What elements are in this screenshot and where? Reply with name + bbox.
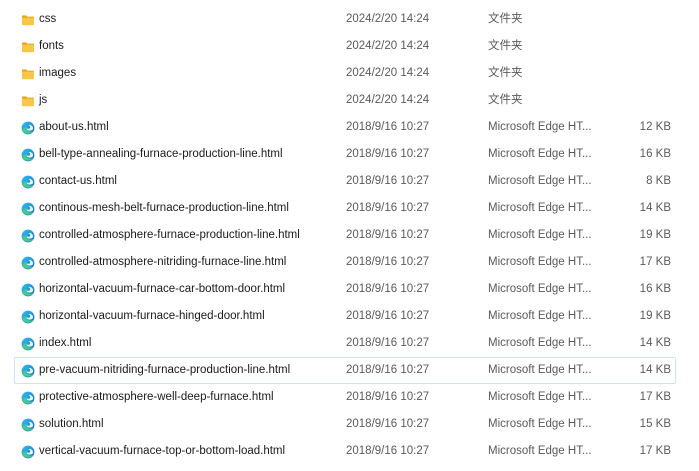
file-type: Microsoft Edge HT... [488, 175, 592, 187]
file-date-modified: 2018/9/16 10:27 [346, 445, 430, 457]
file-date-modified: 2018/9/16 10:27 [346, 391, 430, 403]
file-name: horizontal-vacuum-furnace-hinged-door.ht… [39, 310, 265, 322]
edge-icon [21, 337, 35, 351]
file-row[interactable]: controlled-atmosphere-nitriding-furnace-… [14, 249, 676, 276]
file-size: 17 KB [639, 256, 671, 268]
file-size: 15 KB [639, 418, 671, 430]
file-size: 14 KB [639, 364, 671, 376]
file-type: Microsoft Edge HT... [488, 202, 592, 214]
file-type: 文件夹 [488, 67, 523, 79]
file-size: 17 KB [639, 445, 671, 457]
file-type: Microsoft Edge HT... [488, 418, 592, 430]
file-date-modified: 2018/9/16 10:27 [346, 337, 430, 349]
file-size: 16 KB [639, 283, 671, 295]
file-type: Microsoft Edge HT... [488, 391, 592, 403]
file-type: Microsoft Edge HT... [488, 364, 592, 376]
file-size: 19 KB [639, 310, 671, 322]
folder-icon [21, 40, 35, 54]
file-name: vertical-vacuum-furnace-top-or-bottom-lo… [39, 445, 286, 457]
file-date-modified: 2018/9/16 10:27 [346, 148, 430, 160]
file-date-modified: 2018/9/16 10:27 [346, 364, 430, 376]
file-name: index.html [39, 337, 92, 349]
file-date-modified: 2018/9/16 10:27 [346, 202, 430, 214]
edge-icon [21, 229, 35, 243]
file-date-modified: 2024/2/20 14:24 [346, 94, 430, 106]
folder-icon [21, 67, 35, 81]
file-date-modified: 2024/2/20 14:24 [346, 13, 430, 25]
file-row[interactable]: fonts 2024/2/20 14:24 文件夹 [14, 33, 676, 60]
edge-icon [21, 121, 35, 135]
file-name: fonts [39, 40, 64, 52]
edge-icon [21, 148, 35, 162]
edge-icon [21, 310, 35, 324]
file-size: 17 KB [639, 391, 671, 403]
file-type: 文件夹 [488, 13, 523, 25]
file-type: Microsoft Edge HT... [488, 337, 592, 349]
file-name: css [39, 13, 57, 25]
file-name: horizontal-vacuum-furnace-car-bottom-doo… [39, 283, 286, 295]
file-type: 文件夹 [488, 40, 523, 52]
file-row[interactable]: about-us.html 2018/9/16 10:27 Microsoft Ed… [14, 114, 676, 141]
file-type: Microsoft Edge HT... [488, 229, 592, 241]
file-type: Microsoft Edge HT... [488, 148, 592, 160]
file-name: bell-type-annealing-furnace-production-l… [39, 148, 283, 160]
file-size: 14 KB [639, 337, 671, 349]
edge-icon [21, 418, 35, 432]
file-type: Microsoft Edge HT... [488, 256, 592, 268]
edge-icon [21, 445, 35, 459]
file-size: 8 KB [646, 175, 671, 187]
file-row[interactable]: pre-vacuum-nitriding-furnace-production-… [14, 357, 676, 384]
edge-icon [21, 364, 35, 378]
file-row[interactable]: continous-mesh-belt-furnace-production-l… [14, 195, 676, 222]
file-name: images [39, 67, 77, 79]
file-row[interactable]: vertical-vacuum-furnace-top-or-bottom-lo… [14, 438, 676, 465]
file-type: Microsoft Edge HT... [488, 445, 592, 457]
file-row[interactable]: horizontal-vacuum-furnace-car-bottom-doo… [14, 276, 676, 303]
edge-icon [21, 283, 35, 297]
file-date-modified: 2018/9/16 10:27 [346, 418, 430, 430]
folder-icon [21, 94, 35, 108]
file-row[interactable]: contact-us.html 2018/9/16 10:27 Microsoft … [14, 168, 676, 195]
folder-icon [21, 13, 35, 27]
file-name: continous-mesh-belt-furnace-production-l… [39, 202, 289, 214]
file-name: js [39, 94, 48, 106]
file-type: Microsoft Edge HT... [488, 310, 592, 322]
file-date-modified: 2018/9/16 10:27 [346, 256, 430, 268]
file-date-modified: 2024/2/20 14:24 [346, 67, 430, 79]
file-name: about-us.html [39, 121, 109, 133]
file-list: css 2024/2/20 14:24 文件夹 fonts 2024/2/20 14:… [0, 6, 699, 465]
file-date-modified: 2018/9/16 10:27 [346, 283, 430, 295]
file-row[interactable]: solution.html 2018/9/16 10:27 Microsoft Ed… [14, 411, 676, 438]
file-size: 12 KB [639, 121, 671, 133]
file-row[interactable]: bell-type-annealing-furnace-production-l… [14, 141, 676, 168]
file-name: controlled-atmosphere-nitriding-furnace-… [39, 256, 287, 268]
file-row[interactable]: controlled-atmosphere-furnace-production… [14, 222, 676, 249]
file-date-modified: 2024/2/20 14:24 [346, 40, 430, 52]
edge-icon [21, 175, 35, 189]
edge-icon [21, 256, 35, 270]
file-row[interactable]: css 2024/2/20 14:24 文件夹 [14, 6, 676, 33]
file-row[interactable]: images 2024/2/20 14:24 文件夹 [14, 60, 676, 87]
file-date-modified: 2018/9/16 10:27 [346, 229, 430, 241]
file-date-modified: 2018/9/16 10:27 [346, 310, 430, 322]
file-size: 16 KB [639, 148, 671, 160]
file-row[interactable]: js 2024/2/20 14:24 文件夹 [14, 87, 676, 114]
file-row[interactable]: index.html 2018/9/16 10:27 Microsoft Edge … [14, 330, 676, 357]
edge-icon [21, 391, 35, 405]
file-name: contact-us.html [39, 175, 117, 187]
file-size: 19 KB [639, 229, 671, 241]
file-name: controlled-atmosphere-furnace-production… [39, 229, 300, 241]
file-name: protective-atmosphere-well-deep-furnace.… [39, 391, 274, 403]
file-type: 文件夹 [488, 94, 523, 106]
file-date-modified: 2018/9/16 10:27 [346, 175, 430, 187]
file-name: pre-vacuum-nitriding-furnace-production-… [39, 364, 291, 376]
edge-icon [21, 202, 35, 216]
file-size: 14 KB [639, 202, 671, 214]
file-row[interactable]: horizontal-vacuum-furnace-hinged-door.ht… [14, 303, 676, 330]
file-date-modified: 2018/9/16 10:27 [346, 121, 430, 133]
file-type: Microsoft Edge HT... [488, 121, 592, 133]
file-row[interactable]: protective-atmosphere-well-deep-furnace.… [14, 384, 676, 411]
file-type: Microsoft Edge HT... [488, 283, 592, 295]
file-name: solution.html [39, 418, 104, 430]
